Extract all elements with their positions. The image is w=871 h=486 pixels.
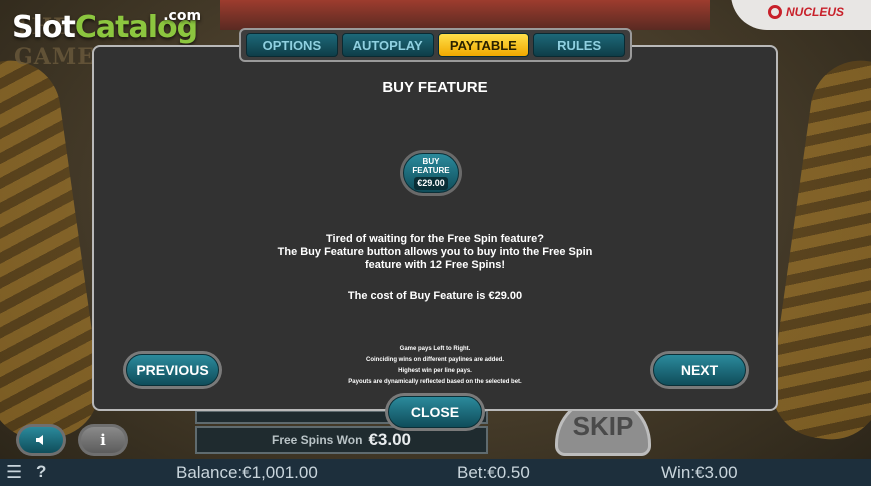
provider-name: NUCLEUS: [785, 5, 844, 19]
close-button[interactable]: CLOSE: [385, 393, 485, 431]
previous-button-label: PREVIOUS: [126, 354, 219, 386]
feature-description: Tired of waiting for the Free Spin featu…: [94, 233, 776, 272]
speaker-icon: [19, 427, 63, 453]
bet-display: Bet:€0.50: [457, 463, 530, 482]
previous-button[interactable]: PREVIOUS: [123, 351, 222, 389]
sound-button[interactable]: [16, 424, 66, 456]
description-line: Tired of waiting for the Free Spin featu…: [326, 233, 544, 245]
free-spins-won-label: Free Spins Won: [271, 433, 363, 447]
tab-paytable[interactable]: PAYTABLE: [437, 33, 530, 57]
buy-feature-price: €29.00: [414, 176, 448, 190]
watermark-logo: SlotCatalog .com: [12, 8, 201, 45]
buy-feature-line1: BUY: [422, 156, 440, 166]
tab-options[interactable]: OPTIONS: [246, 33, 338, 57]
menu-tabs: OPTIONS AUTOPLAY PAYTABLE RULES: [239, 28, 632, 62]
watermark-suffix: .com: [163, 8, 202, 24]
info-button[interactable]: i: [78, 424, 128, 456]
provider-logo: NUCLEUS: [731, 0, 871, 30]
next-button[interactable]: NEXT: [650, 351, 749, 389]
next-button-label: NEXT: [653, 354, 746, 386]
free-spins-won-value: €3.00: [368, 430, 411, 449]
buy-feature-button[interactable]: BUY FEATURE €29.00: [400, 150, 462, 196]
buy-feature-button-face: BUY FEATURE €29.00: [403, 153, 459, 193]
panel-title: BUY FEATURE: [382, 79, 488, 96]
feature-cost-text: The cost of Buy Feature is €29.00: [347, 290, 523, 302]
status-bar: ☰ ? Balance:€1,001.00 Bet:€0.50 Win:€3.0…: [0, 459, 871, 486]
close-button-label: CLOSE: [388, 396, 482, 428]
tab-autoplay[interactable]: AUTOPLAY: [341, 33, 434, 57]
balance-display: Balance:€1,001.00: [176, 463, 318, 482]
hamburger-icon[interactable]: ☰: [6, 463, 22, 481]
paytable-panel: BUY FEATURE BUY FEATURE €29.00 Tired of …: [92, 45, 778, 411]
win-display: Win:€3.00: [661, 463, 738, 482]
provider-mark-icon: [767, 5, 782, 19]
tab-rules[interactable]: RULES: [533, 33, 625, 57]
buy-feature-line2: FEATURE: [412, 165, 450, 175]
watermark-word-slot: Slot: [12, 10, 76, 45]
laurel-left-decoration: [0, 54, 106, 446]
laurel-right-decoration: [765, 54, 871, 446]
info-icon: i: [81, 427, 125, 453]
reels-strip: [220, 0, 710, 30]
description-line: feature with 12 Free Spins!: [365, 259, 505, 271]
question-icon[interactable]: ?: [36, 462, 46, 482]
description-line: The Buy Feature button allows you to buy…: [277, 246, 593, 258]
game-logo-line2: GAMES: [14, 44, 112, 70]
